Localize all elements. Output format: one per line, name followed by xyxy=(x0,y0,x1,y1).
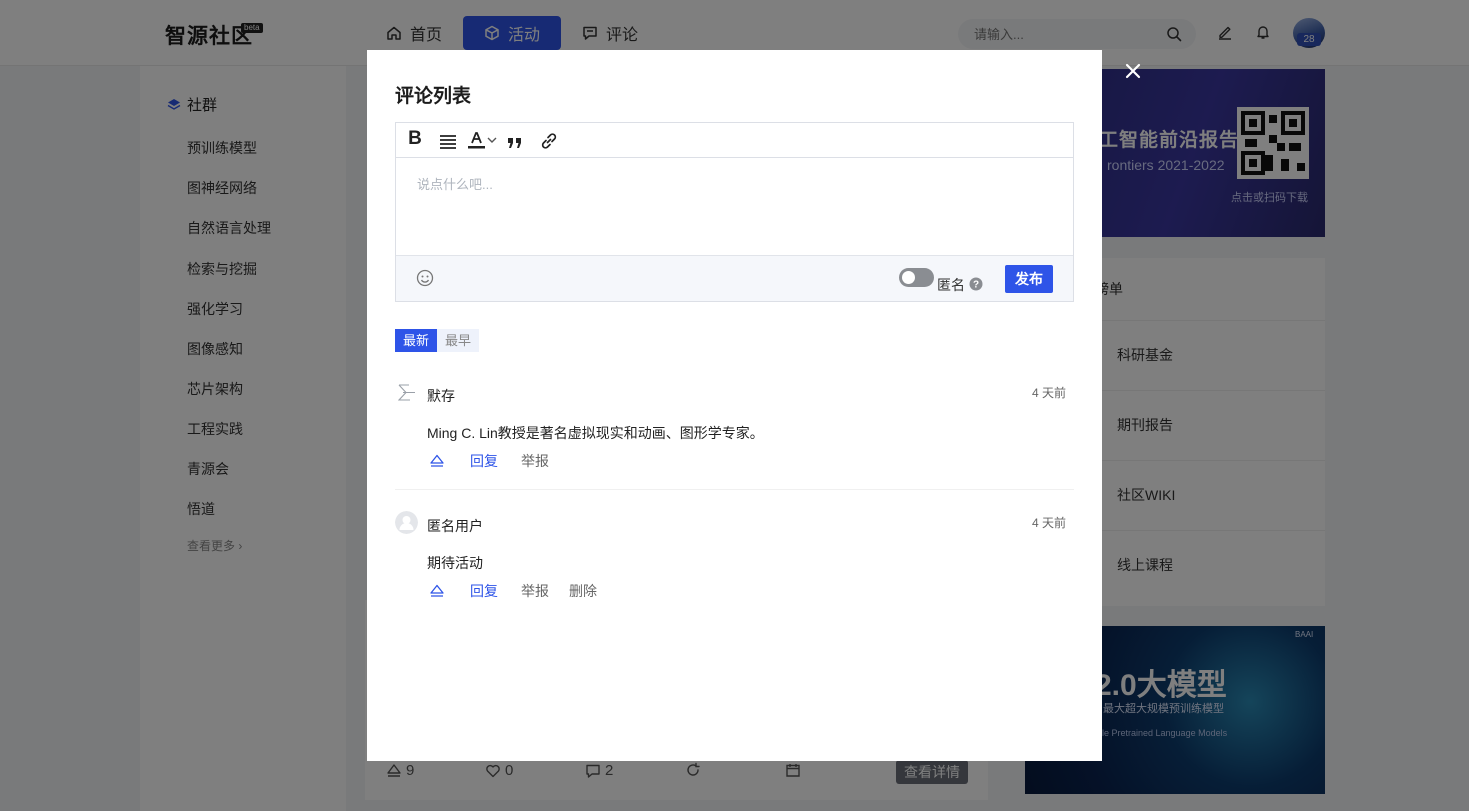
anonymous-label: 匿名 xyxy=(937,277,965,293)
toggle-knob xyxy=(902,271,915,284)
tab-oldest[interactable]: 最早 xyxy=(437,329,480,352)
comment-text: Ming C. Lin教授是著名虚拟现实和动画、图形学专家。 xyxy=(427,425,764,441)
comment-time: 4 天前 xyxy=(1031,516,1066,530)
emoji-icon[interactable] xyxy=(416,269,434,287)
comment-time: 4 天前 xyxy=(1031,386,1066,400)
close-icon[interactable] xyxy=(1122,60,1144,82)
editor-toolbar: B xyxy=(396,123,1073,158)
editor-footer: 匿名 ? 发布 xyxy=(396,255,1073,301)
comment-text: 期待活动 xyxy=(427,555,483,571)
link-icon[interactable] xyxy=(539,131,559,151)
report-link[interactable]: 举报 xyxy=(521,451,549,471)
tab-newest[interactable]: 最新 xyxy=(395,329,438,352)
report-link[interactable]: 举报 xyxy=(521,581,549,601)
anonymous-avatar[interactable] xyxy=(395,511,418,534)
font-color-icon xyxy=(468,132,485,149)
align-icon[interactable] xyxy=(439,132,457,152)
comments-modal: 评论列表 B 匿名 ? 发布 最新 最早 默存 4 天前 Ming C. L xyxy=(367,50,1102,761)
comment-item: 匿名用户 4 天前 期待活动 回复 举报 删除 xyxy=(395,511,1074,601)
modal-title: 评论列表 xyxy=(395,86,472,107)
chevron-down-icon xyxy=(487,137,497,143)
delete-link[interactable]: 删除 xyxy=(569,581,597,601)
comment-editor: B 匿名 ? 发布 xyxy=(395,122,1074,302)
text-color-dropdown[interactable] xyxy=(467,130,497,150)
sort-tabs: 最新 最早 xyxy=(395,329,480,352)
upvote-icon[interactable] xyxy=(429,453,445,469)
commenter-avatar[interactable] xyxy=(395,381,418,404)
svg-text:?: ? xyxy=(973,280,979,291)
reply-link[interactable]: 回复 xyxy=(470,451,498,471)
bold-icon[interactable]: B xyxy=(406,128,424,149)
comment-item: 默存 4 天前 Ming C. Lin教授是著名虚拟现实和动画、图形学专家。 回… xyxy=(395,381,1074,471)
anonymous-toggle[interactable] xyxy=(899,268,934,287)
comment-textarea[interactable] xyxy=(396,158,1073,255)
reply-link[interactable]: 回复 xyxy=(470,581,498,601)
publish-button[interactable]: 发布 xyxy=(1005,265,1053,293)
comment-author[interactable]: 匿名用户 xyxy=(427,516,483,536)
comment-author[interactable]: 默存 xyxy=(427,386,455,406)
upvote-icon[interactable] xyxy=(429,583,445,599)
help-icon[interactable]: ? xyxy=(969,277,983,291)
comment-divider xyxy=(395,489,1074,490)
quote-icon[interactable] xyxy=(507,133,523,153)
